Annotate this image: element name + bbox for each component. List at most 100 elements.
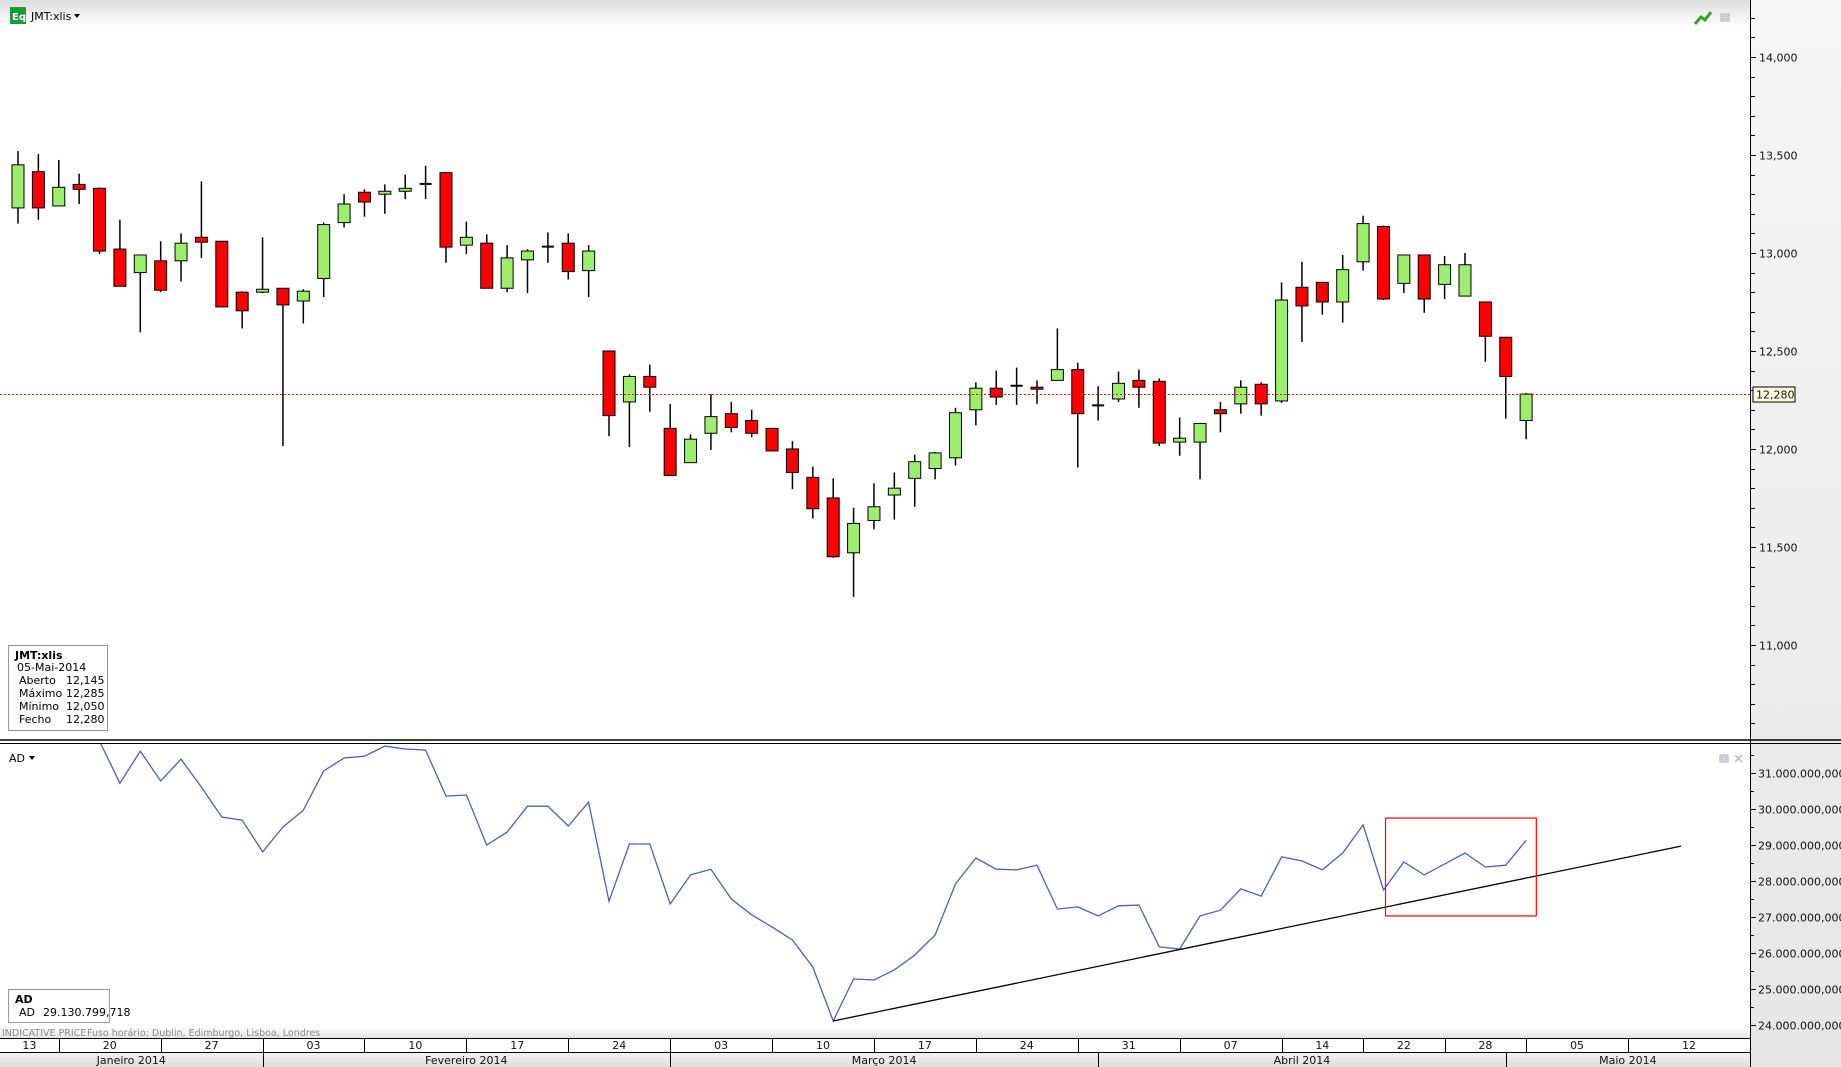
- candle: [724, 401, 738, 433]
- chart-canvas[interactable]: Eq JMT:xlis 11,000 11,500 12,000 12,500 13,0…: [0, 0, 1841, 1067]
- candle: [887, 472, 901, 520]
- ad-tick-label: 25.000.000,000: [1758, 984, 1841, 997]
- last-price-tag: 12,280: [1752, 386, 1796, 403]
- low-label: Mínimo: [19, 700, 59, 713]
- ad-box-label: AD: [19, 1006, 35, 1019]
- candle: [398, 174, 412, 200]
- month-label: Maio 2014: [1599, 1054, 1657, 1067]
- price-tick-label: 12,500: [1759, 346, 1798, 359]
- candle-body: [847, 522, 861, 554]
- candle: [174, 233, 188, 282]
- candle: [622, 374, 636, 447]
- candle: [1438, 255, 1452, 300]
- close-icon[interactable]: [1734, 754, 1743, 763]
- candle-body: [582, 250, 596, 272]
- candle: [1499, 336, 1513, 419]
- ad-tick-label: 26.000.000,000: [1758, 948, 1841, 961]
- candle: [337, 194, 351, 228]
- candle-body: [1376, 226, 1390, 300]
- price-tick-label: 13,500: [1759, 150, 1798, 163]
- open-value: 12,145: [66, 674, 105, 687]
- candle: [1193, 422, 1207, 480]
- candle-body: [969, 387, 983, 411]
- candle-body: [500, 257, 514, 289]
- candle: [1356, 215, 1370, 271]
- candle: [215, 240, 229, 308]
- candle: [1478, 301, 1492, 362]
- candle-body: [317, 224, 331, 279]
- month-label: Janeiro 2014: [96, 1054, 166, 1067]
- candle-body: [11, 164, 25, 209]
- candle-body: [826, 497, 840, 558]
- month-label: Fevereiro 2014: [425, 1054, 507, 1067]
- candle: [928, 451, 942, 480]
- week-label: 27: [205, 1039, 219, 1052]
- candle: [1376, 225, 1390, 301]
- week-label: 10: [408, 1039, 422, 1052]
- panel-divider[interactable]: [0, 739, 1841, 744]
- candle: [541, 232, 554, 263]
- price-tick-label: 13,000: [1759, 248, 1798, 261]
- candle: [317, 222, 331, 298]
- candle-body: [235, 291, 249, 312]
- month-label: Abril 2014: [1274, 1054, 1331, 1067]
- ad-indicator-title[interactable]: AD: [9, 752, 25, 765]
- candle: [826, 478, 840, 558]
- candle: [1397, 254, 1411, 294]
- candle-body: [663, 427, 677, 476]
- caret-down-icon[interactable]: [29, 756, 35, 760]
- candle: [867, 483, 881, 530]
- candle: [561, 233, 575, 280]
- candle-body: [1438, 264, 1452, 285]
- candle: [643, 364, 657, 412]
- candle-body: [745, 420, 759, 434]
- candle-body: [765, 427, 779, 452]
- candle-body: [378, 190, 392, 195]
- week-label: 03: [714, 1039, 728, 1052]
- candle: [806, 466, 820, 519]
- candle: [235, 291, 249, 329]
- candle: [969, 382, 983, 426]
- candle-body: [480, 242, 494, 289]
- week-label: 05: [1570, 1039, 1584, 1052]
- candle-body: [1315, 281, 1329, 303]
- candle: [1336, 254, 1350, 323]
- last-price-label: 12,280: [1756, 389, 1795, 402]
- candle: [378, 184, 392, 214]
- high-label: Máximo: [19, 687, 63, 700]
- candle-body: [1356, 223, 1370, 263]
- candle-body: [785, 448, 799, 473]
- ad-tick-label: 29.000.000,000: [1758, 840, 1841, 853]
- candle: [31, 154, 45, 220]
- candle: [1254, 382, 1268, 416]
- week-label: 12: [1682, 1039, 1696, 1052]
- candle-body: [684, 438, 698, 464]
- week-label: 17: [918, 1039, 932, 1052]
- week-label: 24: [1020, 1039, 1034, 1052]
- candle: [785, 441, 799, 490]
- week-label: 13: [22, 1039, 36, 1052]
- candle: [1213, 401, 1227, 433]
- candle: [11, 151, 25, 224]
- candle-body: [1030, 386, 1044, 390]
- candle: [1092, 386, 1105, 421]
- symbol-title[interactable]: JMT:xlis: [30, 10, 72, 23]
- candle-body: [256, 288, 270, 293]
- candle: [684, 434, 698, 464]
- week-label: 31: [1122, 1039, 1136, 1052]
- candle-body: [459, 236, 473, 246]
- week-label: 20: [103, 1039, 117, 1052]
- app-icon: Eq: [10, 7, 26, 24]
- ohlc-info-box: JMT:xlis 05-Mai-2014 Aberto 12,145 Máxim…: [8, 645, 108, 731]
- candle: [439, 172, 453, 263]
- candle-body: [1152, 380, 1166, 444]
- restore-window-icon[interactable]: [1719, 754, 1729, 763]
- week-label: 03: [307, 1039, 321, 1052]
- candle-body: [622, 375, 636, 403]
- candle-body: [602, 350, 616, 417]
- candle-body: [724, 413, 738, 428]
- candle-body: [704, 416, 718, 434]
- restore-window-icon[interactable]: [1720, 13, 1730, 22]
- candle-body: [1132, 379, 1146, 388]
- candle: [357, 189, 371, 217]
